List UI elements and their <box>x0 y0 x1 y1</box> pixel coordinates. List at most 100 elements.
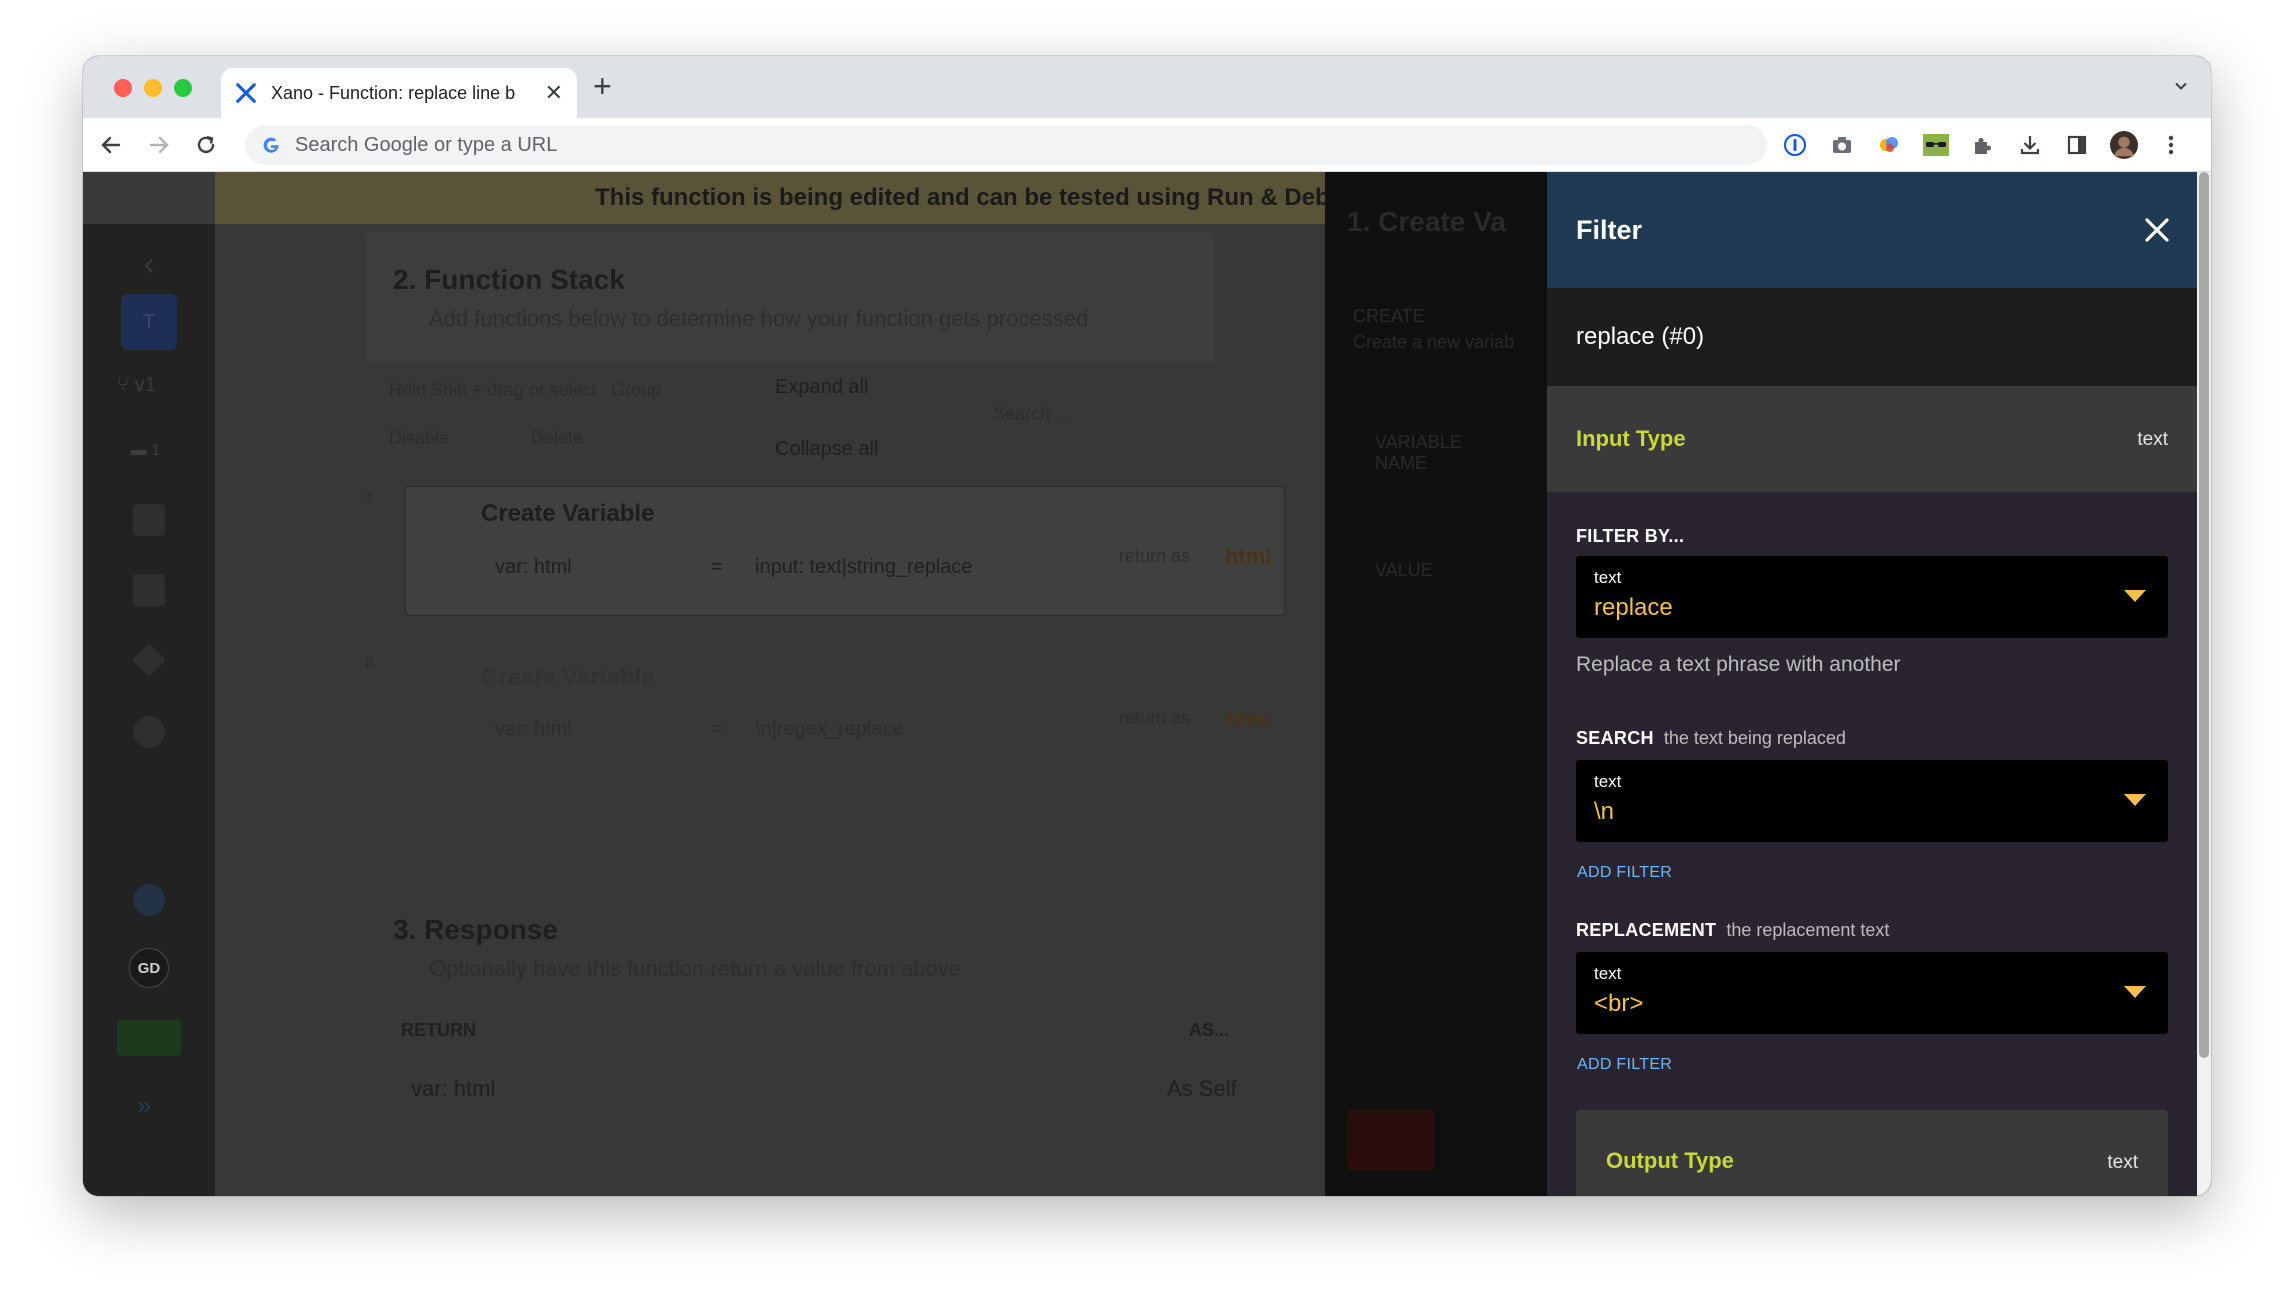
response-subtitle: Optionally have this function return a v… <box>429 956 961 981</box>
group-button[interactable]: Group <box>611 380 661 401</box>
minimize-window-button[interactable] <box>144 79 162 97</box>
replacement-add-filter-link[interactable]: ADD FILTER <box>1577 1056 1672 1074</box>
function-editor: 2. Function Stack Add functions below to… <box>215 224 1325 1196</box>
return-value[interactable]: var: html <box>411 1076 495 1102</box>
filter-subtitle-bar: replace (#0) <box>1547 288 2197 386</box>
version-label: v1 <box>134 374 156 396</box>
user-avatar[interactable]: GD <box>129 948 169 988</box>
maximize-window-button[interactable] <box>174 79 192 97</box>
function-stack-card <box>365 232 1215 362</box>
step-variable: var: html <box>495 718 572 740</box>
filter-select-value: replace <box>1594 594 1673 621</box>
expand-sidebar-icon[interactable]: » <box>137 1090 151 1121</box>
step-equals: = <box>711 556 723 578</box>
output-type-value: text <box>2107 1152 2138 1173</box>
tab-strip: Xano - Function: replace line b ✕ + <box>83 56 2211 118</box>
password-manager-icon[interactable] <box>1781 131 1809 159</box>
search-value: \n <box>1594 798 1615 825</box>
address-bar[interactable] <box>245 125 1767 165</box>
replacement-value-select[interactable]: text <br> <box>1576 952 2168 1034</box>
replacement-hint: the replacement text <box>1726 920 1890 940</box>
filter-description: Replace a text phrase with another <box>1576 653 1901 676</box>
middle-title: 1. Create Va <box>1347 206 1506 237</box>
glasses-extension-icon[interactable] <box>1922 131 1950 159</box>
create-variable-panel: 1. Create Va CREATE Create a new variab … <box>1325 172 1547 1196</box>
filter-by-label: FILTER BY... <box>1576 526 1685 546</box>
output-type-row: Output Type text <box>1576 1110 2168 1196</box>
function-stack-subtitle: Add functions below to determine how you… <box>429 306 1089 331</box>
step-title: Create Variable <box>481 664 655 691</box>
reload-icon[interactable] <box>192 131 220 159</box>
dashboard-icon[interactable] <box>133 504 165 536</box>
input-type-label: Input Type <box>1576 426 1686 451</box>
delete-button[interactable]: Delete <box>531 428 583 449</box>
expand-all-button[interactable]: Expand all <box>775 376 868 399</box>
replacement-param-label: REPLACEMENT the replacement text <box>1576 920 1889 941</box>
tab-search-chevron-icon[interactable] <box>2173 78 2189 94</box>
status-icon[interactable] <box>117 1020 181 1056</box>
browser-toolbar <box>83 118 2211 172</box>
extensions-puzzle-icon[interactable] <box>1969 131 1997 159</box>
history-icon[interactable] <box>133 716 165 748</box>
collapse-chevron-icon[interactable] <box>139 256 159 276</box>
color-picker-extension-icon[interactable] <box>1875 131 1903 159</box>
search-value-select[interactable]: text \n <box>1576 760 2168 842</box>
back-arrow-icon[interactable] <box>97 131 125 159</box>
search-param-label: SEARCH the text being replaced <box>1576 728 1846 749</box>
return-label: RETURN <box>401 1020 476 1040</box>
browser-window: Xano - Function: replace line b ✕ + Sear… <box>83 56 2211 1196</box>
panel-scrollbar-thumb[interactable] <box>2199 172 2209 1058</box>
as-value[interactable]: As Self <box>1167 1076 1237 1102</box>
delete-step-button[interactable] <box>1347 1110 1435 1170</box>
input-type-row: Input Type text <box>1547 386 2197 492</box>
profile-avatar-icon[interactable] <box>2110 131 2138 159</box>
side-panel-icon[interactable] <box>2063 131 2091 159</box>
workspace-badge[interactable]: T <box>121 294 177 350</box>
step-return-prefix: return as <box>1119 708 1191 728</box>
step-expression: \n|regex_replace <box>755 718 904 740</box>
google-icon <box>263 137 279 153</box>
tab-close-icon[interactable]: ✕ <box>545 82 563 104</box>
omnibox-input[interactable] <box>295 133 1695 157</box>
value-label: VALUE <box>1375 560 1433 580</box>
step-number: 1 <box>365 490 374 507</box>
app-sidebar: T ⑂ v1 ▬ 1 GD » <box>83 224 215 1196</box>
step-title: Create Variable <box>481 500 655 527</box>
step-return-name: html <box>1225 706 1272 731</box>
step-number: 2 <box>365 654 374 671</box>
camera-icon[interactable] <box>1828 131 1856 159</box>
browser-tab-active[interactable]: Xano - Function: replace line b ✕ <box>221 68 577 118</box>
branch-icon[interactable]: ⑂ v1 <box>117 374 156 397</box>
function-stack-title: 2. Function Stack <box>393 264 625 295</box>
replacement-label-text: REPLACEMENT <box>1576 920 1717 940</box>
variable-name-label: VARIABLE NAME <box>1375 432 1462 473</box>
input-type-value: text <box>2137 429 2168 450</box>
layers-icon[interactable] <box>132 643 166 677</box>
filter-panel-title: Filter <box>1576 215 1643 245</box>
close-icon[interactable] <box>2143 216 2171 244</box>
database-icon[interactable] <box>133 574 165 606</box>
disable-button[interactable]: Disable <box>389 428 449 449</box>
download-icon[interactable] <box>2016 131 2044 159</box>
message-icon[interactable]: ▬ 1 <box>131 442 160 460</box>
create-label: CREATE <box>1353 306 1425 326</box>
replacement-value: <br> <box>1594 990 1644 1017</box>
filter-select[interactable]: text replace <box>1576 556 2168 638</box>
forward-arrow-icon[interactable] <box>145 131 173 159</box>
message-count: 1 <box>151 442 161 459</box>
new-tab-icon[interactable]: + <box>593 70 612 102</box>
xano-logo-icon <box>236 83 256 103</box>
collapse-all-button[interactable]: Collapse all <box>775 438 878 461</box>
close-window-button[interactable] <box>114 79 132 97</box>
stack-search-input[interactable]: Search ... <box>993 404 1070 425</box>
search-label-text: SEARCH <box>1576 728 1654 748</box>
step-return-name: html <box>1225 544 1272 569</box>
browser-menu-icon[interactable] <box>2157 131 2185 159</box>
search-value-type: text <box>1594 772 1622 791</box>
editing-banner: This function is being edited and can be… <box>215 172 1325 224</box>
response-title: 3. Response <box>393 914 558 945</box>
search-add-filter-link[interactable]: ADD FILTER <box>1577 864 1672 882</box>
filter-select-type: text <box>1594 568 1622 587</box>
help-icon[interactable] <box>133 884 165 916</box>
replacement-value-type: text <box>1594 964 1622 983</box>
